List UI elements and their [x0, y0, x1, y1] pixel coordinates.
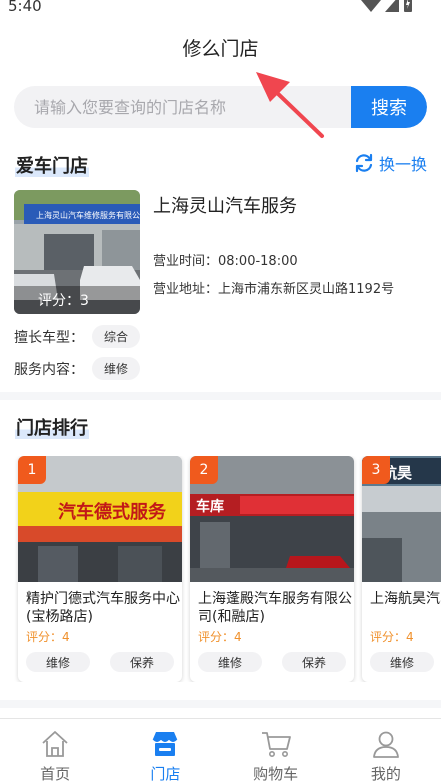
service-row: 服务内容： 维修 — [14, 357, 141, 380]
refresh-icon — [355, 153, 373, 173]
search-bar: 搜索 — [14, 86, 427, 128]
home-icon — [42, 731, 68, 757]
tab-label: 首页 — [40, 765, 71, 782]
card-name: 上海蓬殿汽车服务有限公司(和融店) — [198, 591, 352, 625]
service-chip: 维修 — [92, 357, 141, 380]
search-button[interactable]: 搜索 — [351, 86, 427, 128]
status-time: 5:40 — [8, 0, 42, 15]
tab-store[interactable]: 门店 — [110, 719, 220, 782]
swap-button[interactable]: 换一换 — [353, 151, 427, 175]
ranking-card[interactable]: 车库 2 上海蓬殿汽车服务有限公司(和融店) 评分：4 维修 保养 — [190, 456, 354, 682]
card-tag: 维修 — [26, 652, 90, 672]
svg-text:上海灵山汽车维修服务有限公司: 上海灵山汽车维修服务有限公司 — [36, 210, 140, 220]
store-address: 营业地址：上海市浦东新区灵山路1192号 — [153, 282, 395, 297]
divider — [0, 700, 441, 708]
page-title: 修么门店 — [182, 38, 259, 60]
rank-badge: 2 — [190, 456, 218, 484]
rank-badge: 1 — [18, 456, 46, 484]
card-rating: 评分：4 — [370, 630, 414, 644]
card-name: 精护门德式汽车服务中心(宝杨路店) — [26, 591, 180, 625]
store-icon — [152, 732, 178, 756]
status-bar: 5:40 — [0, 0, 441, 18]
status-icons — [361, 0, 413, 12]
section-title-ranking: 门店排行 — [15, 418, 89, 439]
card-tag: 维修 — [370, 652, 434, 672]
ranking-carousel[interactable]: 汽车德式服务 1 精护门德式汽车服务中心(宝杨路店) 评分：4 维修 保养 车库… — [0, 456, 441, 682]
wifi-icon — [361, 0, 381, 12]
card-tag: 维修 — [198, 652, 262, 672]
search-input[interactable] — [14, 86, 352, 128]
specialty-chip: 综合 — [92, 325, 141, 348]
tab-label: 我的 — [370, 765, 401, 782]
store-rating: 评分：3 — [38, 293, 89, 309]
swap-label: 换一换 — [378, 155, 427, 174]
signal-icon — [385, 0, 399, 12]
store-name[interactable]: 上海灵山汽车服务 — [153, 192, 297, 218]
store-hours: 营业时间：08:00-18:00 — [153, 254, 298, 269]
rank-badge: 3 — [362, 456, 390, 484]
section-title-favorite: 爱车门店 — [15, 156, 89, 177]
tab-profile[interactable]: 我的 — [331, 719, 441, 782]
ranking-card[interactable]: 航昊 3 上海航昊汽车服务中心 评分：4 维修 — [362, 456, 441, 682]
tab-cart[interactable]: 购物车 — [221, 719, 331, 782]
specialty-label: 擅长车型： — [14, 329, 84, 346]
bottom-tab-bar: 首页 门店 购物车 我的 — [0, 718, 441, 782]
svg-text:车库: 车库 — [196, 498, 224, 515]
card-rating: 评分：4 — [198, 630, 242, 644]
tab-label: 门店 — [150, 765, 181, 782]
card-name: 上海航昊汽车服务中心 — [370, 591, 441, 607]
tab-label: 购物车 — [253, 765, 299, 782]
card-tag: 保养 — [110, 652, 174, 672]
divider — [0, 392, 441, 400]
svg-text:汽车德式服务: 汽车德式服务 — [58, 501, 167, 523]
specialty-row: 擅长车型： 综合 — [14, 325, 141, 348]
card-tag: 保养 — [282, 652, 346, 672]
tab-home[interactable]: 首页 — [0, 719, 110, 782]
ranking-card[interactable]: 汽车德式服务 1 精护门德式汽车服务中心(宝杨路店) 评分：4 维修 保养 — [18, 456, 182, 682]
cart-icon — [261, 732, 291, 757]
battery-icon — [404, 0, 412, 12]
service-label: 服务内容： — [14, 361, 84, 378]
card-rating: 评分：4 — [26, 630, 70, 644]
user-icon — [372, 731, 399, 758]
